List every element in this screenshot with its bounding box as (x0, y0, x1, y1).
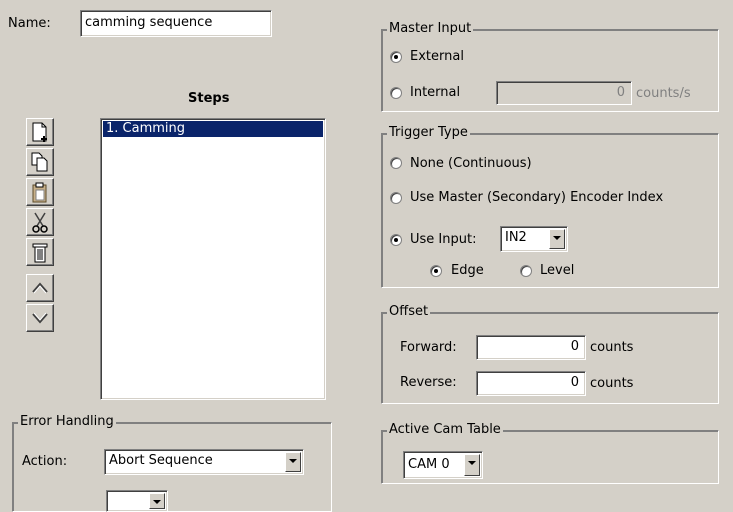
move-down-button[interactable] (26, 304, 54, 332)
reverse-label: Reverse: (400, 375, 457, 390)
forward-label: Forward: (400, 340, 457, 355)
forward-unit: counts (590, 340, 634, 355)
internal-rate-field[interactable]: 0 (496, 81, 632, 105)
cam-table-value: CAM 0 (408, 457, 450, 472)
input-select[interactable]: IN2 (500, 226, 568, 252)
external-label: External (410, 49, 464, 64)
copy-icon (31, 152, 48, 172)
dropdown-arrow-icon[interactable] (549, 229, 565, 249)
paste-icon (32, 182, 47, 203)
offset-title: Offset (387, 304, 431, 320)
chevron-up-icon (32, 282, 48, 294)
level-label: Level (540, 263, 575, 278)
dropdown-arrow-icon[interactable] (285, 452, 301, 472)
cut-button[interactable] (26, 208, 54, 236)
copy-button[interactable] (26, 148, 54, 176)
encoder-index-radio[interactable] (390, 192, 402, 204)
secondary-dropdown[interactable] (106, 490, 168, 512)
dropdown-arrow-icon[interactable] (464, 454, 480, 476)
input-select-value: IN2 (505, 230, 527, 245)
forward-value: 0 (570, 339, 579, 354)
name-field[interactable]: camming sequence (80, 10, 272, 37)
steps-heading: Steps (188, 91, 230, 106)
reverse-field[interactable]: 0 (476, 371, 586, 396)
cam-table-select[interactable]: CAM 0 (403, 451, 483, 479)
none-continuous-radio[interactable] (390, 157, 402, 169)
active-cam-table-title: Active Cam Table (387, 422, 503, 438)
level-radio[interactable] (520, 265, 532, 277)
dropdown-arrow-icon[interactable] (149, 493, 165, 509)
name-label: Name: (8, 16, 51, 31)
use-input-label: Use Input: (410, 232, 477, 247)
reverse-unit: counts (590, 376, 634, 391)
scissors-icon (32, 212, 48, 233)
action-label: Action: (22, 454, 68, 469)
new-step-button[interactable] (26, 118, 54, 146)
use-input-radio[interactable] (390, 234, 402, 246)
steps-toolbar (24, 118, 58, 388)
edge-radio[interactable] (430, 265, 442, 277)
list-item[interactable]: 1. Camming (103, 121, 323, 137)
trigger-type-title: Trigger Type (387, 125, 470, 141)
master-input-title: Master Input (387, 21, 474, 37)
external-radio[interactable] (390, 51, 402, 63)
reverse-value: 0 (570, 375, 579, 390)
name-field-value: camming sequence (85, 15, 213, 30)
internal-rate-unit: counts/s (636, 86, 691, 101)
action-dropdown[interactable]: Abort Sequence (104, 449, 304, 475)
internal-label: Internal (410, 85, 461, 100)
action-value: Abort Sequence (109, 453, 213, 468)
paste-button[interactable] (26, 178, 54, 206)
chevron-down-icon (32, 312, 48, 324)
none-continuous-label: None (Continuous) (410, 156, 532, 171)
new-step-icon (32, 122, 47, 142)
error-handling-title: Error Handling (18, 414, 116, 430)
internal-rate-value: 0 (616, 85, 625, 100)
trash-icon (32, 243, 48, 263)
edge-label: Edge (451, 263, 484, 278)
delete-button[interactable] (26, 238, 54, 266)
encoder-index-label: Use Master (Secondary) Encoder Index (410, 190, 664, 205)
steps-list[interactable]: 1. Camming (100, 118, 326, 400)
internal-radio[interactable] (390, 87, 402, 99)
move-up-button[interactable] (26, 274, 54, 302)
forward-field[interactable]: 0 (476, 335, 586, 360)
